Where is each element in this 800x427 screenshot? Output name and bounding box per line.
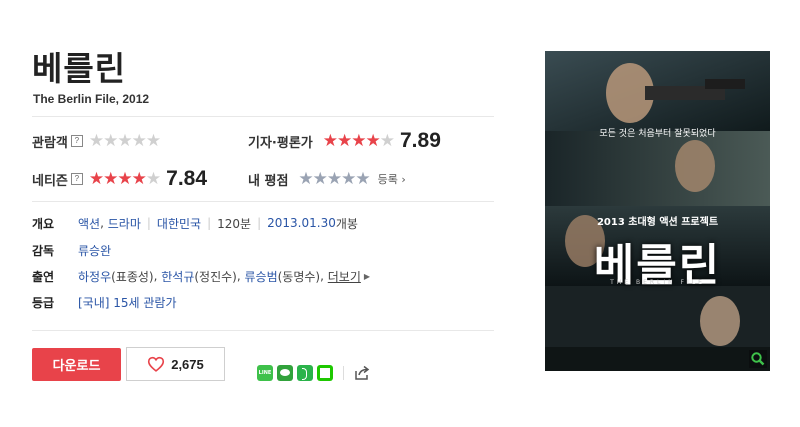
line-icon[interactable]: LINE <box>257 365 273 381</box>
netizen-stars: ★★★★★ <box>88 168 161 189</box>
critic-stars: ★★★★★ <box>322 130 395 151</box>
my-rating-stars[interactable]: ★★★★★ <box>298 169 370 189</box>
star-icon[interactable]: ★ <box>341 169 356 189</box>
star-icon: ★ <box>337 130 352 151</box>
share-bar: LINE <box>257 364 371 382</box>
help-icon[interactable]: ? <box>70 173 83 185</box>
divider <box>32 201 494 202</box>
overview-row: 개요 액션, 드라마 | 대한민국 | 120분 | 2013.01.30 개봉 <box>32 215 358 232</box>
audience-rating: 관람객 ? ★★★★★ <box>32 128 161 154</box>
runtime: 120분 <box>217 216 252 231</box>
grade-label: 등급 <box>32 295 55 310</box>
star-icon: ★ <box>103 130 118 151</box>
release-date-link[interactable]: 2013.01.30 <box>267 216 336 230</box>
netizen-rating: 네티즌 ? ★★★★★ 7.84 <box>32 166 207 192</box>
more-cast-link[interactable]: 더보기 <box>328 268 361 285</box>
star-icon: ★ <box>117 130 132 151</box>
star-icon: ★ <box>117 168 132 189</box>
actor-role: (동명수) <box>277 269 321 284</box>
like-count: 2,675 <box>171 356 204 372</box>
star-icon: ★ <box>365 130 381 151</box>
triangle-right-icon: ▶ <box>363 271 371 281</box>
star-icon: ★ <box>131 168 147 189</box>
star-icon: ★ <box>88 130 104 151</box>
star-icon: ★ <box>379 130 395 151</box>
star-icon: ★ <box>103 168 118 189</box>
star-icon: ★ <box>88 168 104 189</box>
star-icon[interactable]: ★ <box>298 169 313 189</box>
divider <box>343 366 344 380</box>
share-icon[interactable] <box>353 364 371 382</box>
help-icon[interactable]: ? <box>70 135 83 147</box>
audience-stars: ★★★★★ <box>88 130 161 151</box>
page-title: 베를린 <box>32 49 127 88</box>
poster-tagline: 모든 것은 처음부터 잘못되었다 <box>599 129 716 139</box>
download-button[interactable]: 다운로드 <box>32 348 121 381</box>
critic-rating-label: 기자·평론가 <box>248 135 313 151</box>
country-link[interactable]: 대한민국 <box>157 215 201 232</box>
netizen-score: 7.84 <box>166 167 208 190</box>
star-icon: ★ <box>322 130 338 151</box>
audience-rating-label: 관람객 <box>32 135 68 151</box>
original-title: The Berlin File, 2012 <box>33 92 150 106</box>
kakaotalk-icon[interactable] <box>277 365 293 381</box>
grade-link[interactable]: [국내] 15세 관람가 <box>78 294 177 311</box>
movie-poster[interactable]: 모든 것은 처음부터 잘못되었다 2013 초대형 액션 프로젝트 베를린 TH… <box>545 51 770 371</box>
poster-badge: 2013 초대형 액션 프로젝트 <box>596 217 719 228</box>
grade-row: 등급 [국내] 15세 관람가 <box>32 293 177 311</box>
star-icon: ★ <box>145 130 161 151</box>
release-suffix: 개봉 <box>335 216 358 231</box>
register-rating-link[interactable]: 등록 › <box>378 171 406 187</box>
star-icon: ★ <box>145 168 161 189</box>
cast-row: 출연 하정우 (표종성), 한석규 (정진수), 류승범 (동명수), 더보기 ▶ <box>32 268 371 285</box>
my-rating-label: 내 평점 <box>248 173 289 189</box>
my-rating: 내 평점 ★★★★★ 등록 › <box>248 166 406 192</box>
cast-label: 출연 <box>32 269 55 284</box>
actor-link[interactable]: 한석규 <box>161 268 194 285</box>
actor-link[interactable]: 하정우 <box>78 268 111 285</box>
star-icon: ★ <box>131 130 147 151</box>
heart-icon <box>148 356 165 372</box>
divider <box>32 116 494 117</box>
band-icon[interactable] <box>297 365 313 381</box>
critic-score: 7.89 <box>400 129 441 152</box>
director-label: 감독 <box>32 243 55 258</box>
actor-role: (정진수) <box>194 269 237 284</box>
director-link[interactable]: 류승완 <box>78 242 111 259</box>
zoom-search-button[interactable] <box>749 350 767 368</box>
divider <box>32 330 494 331</box>
star-icon: ★ <box>351 130 366 151</box>
actor-link[interactable]: 류승범 <box>245 268 278 285</box>
star-icon[interactable]: ★ <box>355 169 370 189</box>
search-icon <box>751 352 765 366</box>
cafe-icon[interactable] <box>317 365 333 381</box>
netizen-rating-label: 네티즌 <box>32 173 68 189</box>
genre-link[interactable]: 액션 <box>78 215 100 232</box>
star-icon[interactable]: ★ <box>313 169 328 189</box>
poster-artwork <box>545 51 770 371</box>
critic-rating: 기자·평론가 ★★★★★ 7.89 <box>248 128 441 154</box>
actor-role: (표종성) <box>111 269 154 284</box>
overview-label: 개요 <box>32 216 55 231</box>
poster-subtitle: THE BERLIN FILE <box>610 279 705 286</box>
star-icon[interactable]: ★ <box>327 169 342 189</box>
director-row: 감독 류승완 <box>32 241 111 259</box>
like-button[interactable]: 2,675 <box>126 347 225 381</box>
genre-link[interactable]: 드라마 <box>108 215 141 232</box>
